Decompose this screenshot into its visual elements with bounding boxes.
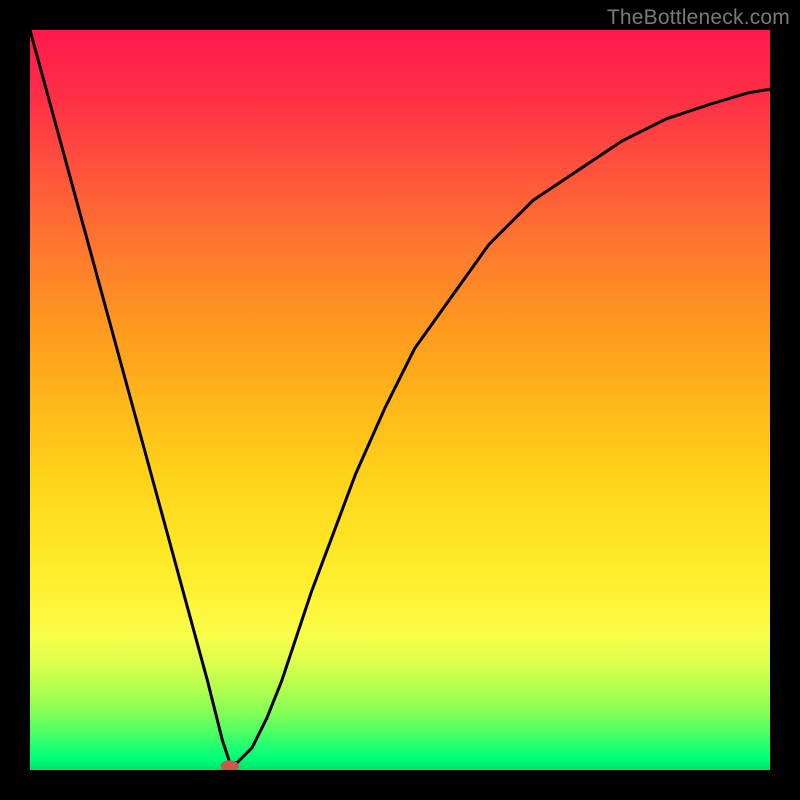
watermark-text: TheBottleneck.com <box>607 6 790 30</box>
plot-area <box>30 30 770 770</box>
chart-frame: TheBottleneck.com <box>0 0 800 800</box>
curve-layer <box>30 30 770 770</box>
bottleneck-curve <box>30 30 770 763</box>
